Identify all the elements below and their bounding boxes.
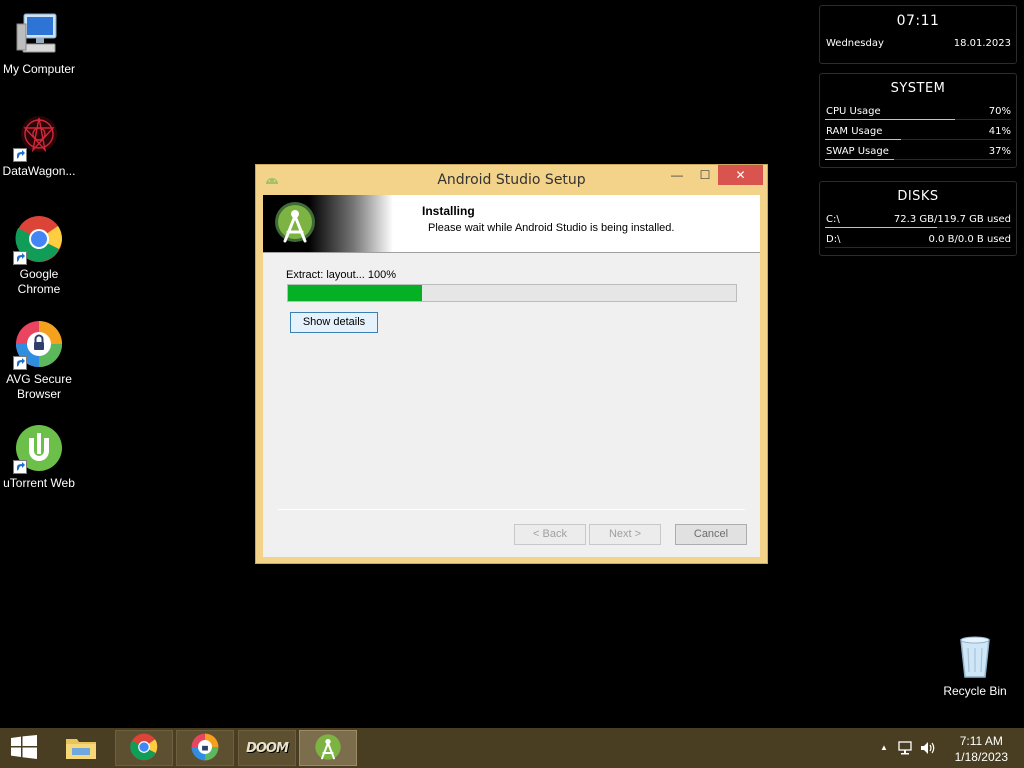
ram-usage-value: 41% xyxy=(988,126,1011,137)
network-icon[interactable] xyxy=(898,741,912,758)
taskbar: DOOM ▲ 7:11 AM 1/18/2023 xyxy=(0,728,1024,768)
file-explorer-icon xyxy=(65,733,97,764)
widget-time: 07:11 xyxy=(896,13,940,29)
android-studio-icon xyxy=(314,733,342,764)
desktop-icon-utorrent-web[interactable]: uTorrent Web xyxy=(0,424,78,491)
ram-usage-row: RAM Usage 41% xyxy=(820,122,1016,142)
swap-usage-label: SWAP Usage xyxy=(826,146,889,157)
show-hidden-icons-chevron-icon[interactable]: ▲ xyxy=(880,743,888,752)
chrome-icon xyxy=(130,733,158,764)
start-button[interactable] xyxy=(0,728,48,768)
utorrent-icon xyxy=(13,424,63,474)
android-studio-logo-icon xyxy=(274,201,316,247)
avg-browser-icon xyxy=(13,320,63,370)
desktop-icon-label: DataWagon... xyxy=(2,164,76,178)
taskbar-time: 7:11 AM xyxy=(959,734,1003,748)
recycle-bin-icon xyxy=(951,632,999,680)
disk-c-bar xyxy=(825,227,937,228)
cpu-usage-value: 70% xyxy=(988,106,1011,117)
taskbar-android-studio[interactable] xyxy=(299,730,357,766)
installer-subheading: Please wait while Android Studio is bein… xyxy=(428,222,675,234)
show-details-button[interactable]: Show details xyxy=(290,312,378,333)
install-status-text: Extract: layout... 100% xyxy=(286,269,397,281)
taskbar-clock[interactable]: 7:11 AM 1/18/2023 xyxy=(955,733,1008,765)
disk-d-value: 0.0 B/0.0 B used xyxy=(928,234,1011,245)
desktop-icon-label: Recycle Bin xyxy=(943,684,1007,698)
widget-title: DISKS xyxy=(897,189,939,204)
disk-c-row: C:\ 72.3 GB/119.7 GB used xyxy=(820,210,1016,230)
installer-header: Installing Please wait while Android Stu… xyxy=(263,195,760,253)
doom-icon: DOOM xyxy=(246,740,289,756)
taskbar-date: 1/18/2023 xyxy=(954,750,1008,764)
shortcut-arrow-icon xyxy=(13,356,27,370)
window-client-area: Installing Please wait while Android Stu… xyxy=(263,195,760,557)
cpu-usage-label: CPU Usage xyxy=(826,106,881,117)
disks-widget: DISKS C:\ 72.3 GB/119.7 GB used D:\ 0.0 … xyxy=(819,181,1017,256)
disk-c-value: 72.3 GB/119.7 GB used xyxy=(893,214,1011,225)
install-progress-fill xyxy=(288,285,423,301)
desktop-icon-label: AVG Secure Browser xyxy=(6,372,72,401)
taskbar-doom[interactable]: DOOM xyxy=(238,730,296,766)
datawagon-icon xyxy=(13,112,63,162)
shortcut-arrow-icon xyxy=(13,251,27,265)
disk-d-row: D:\ 0.0 B/0.0 B used xyxy=(820,230,1016,250)
swap-usage-value: 37% xyxy=(988,146,1011,157)
disk-d-label: D:\ xyxy=(826,234,841,245)
next-button[interactable]: Next > xyxy=(589,524,661,545)
maximize-button[interactable]: ☐ xyxy=(692,165,718,185)
desktop-icon-google-chrome[interactable]: Google Chrome xyxy=(0,215,78,297)
installer-heading: Installing xyxy=(422,204,475,218)
widget-date-row: Wednesday 18.01.2023 xyxy=(820,34,1016,54)
desktop-icon-label: Google Chrome xyxy=(17,267,61,296)
widget-title: SYSTEM xyxy=(890,81,946,96)
desktop-icon-my-computer[interactable]: My Computer xyxy=(0,10,78,77)
clock-widget: 07:11 Wednesday 18.01.2023 xyxy=(819,5,1017,64)
widget-date: 18.01.2023 xyxy=(953,38,1011,49)
footer-separator xyxy=(278,509,745,510)
cancel-button[interactable]: Cancel xyxy=(675,524,747,545)
windows-logo-icon xyxy=(11,734,37,762)
back-button[interactable]: < Back xyxy=(514,524,586,545)
disk-c-label: C:\ xyxy=(826,214,840,225)
desktop-icon-datawagon[interactable]: DataWagon... xyxy=(0,112,78,179)
system-widget: SYSTEM CPU Usage 70% RAM Usage 41% SWAP … xyxy=(819,73,1017,168)
chrome-icon xyxy=(13,215,63,265)
shortcut-arrow-icon xyxy=(13,460,27,474)
desktop-icon-avg-secure-browser[interactable]: AVG Secure Browser xyxy=(0,320,78,402)
cpu-usage-bar xyxy=(825,119,956,120)
taskbar-file-explorer[interactable] xyxy=(52,730,110,766)
system-tray: ▲ 7:11 AM 1/18/2023 xyxy=(864,728,1024,768)
desktop-icon-label: uTorrent Web xyxy=(3,476,75,490)
window-titlebar[interactable]: Android Studio Setup — ☐ ✕ xyxy=(256,165,767,195)
volume-icon[interactable] xyxy=(920,741,936,758)
minimize-button[interactable]: — xyxy=(662,165,692,185)
taskbar-avg-browser[interactable] xyxy=(176,730,234,766)
swap-usage-bar xyxy=(825,159,894,160)
shortcut-arrow-icon xyxy=(13,148,27,162)
desktop-icon-recycle-bin[interactable]: Recycle Bin xyxy=(936,632,1014,699)
swap-usage-row: SWAP Usage 37% xyxy=(820,142,1016,162)
computer-icon xyxy=(15,10,63,58)
android-studio-setup-window[interactable]: Android Studio Setup — ☐ ✕ Installing Pl… xyxy=(255,164,768,564)
cpu-usage-row: CPU Usage 70% xyxy=(820,102,1016,122)
widget-day: Wednesday xyxy=(826,38,884,49)
avg-browser-icon xyxy=(191,733,219,764)
ram-usage-bar xyxy=(825,139,902,140)
ram-usage-label: RAM Usage xyxy=(826,126,883,137)
install-progress-bar xyxy=(287,284,737,302)
close-button[interactable]: ✕ xyxy=(718,165,763,185)
taskbar-chrome[interactable] xyxy=(115,730,173,766)
desktop-icon-label: My Computer xyxy=(2,62,76,76)
